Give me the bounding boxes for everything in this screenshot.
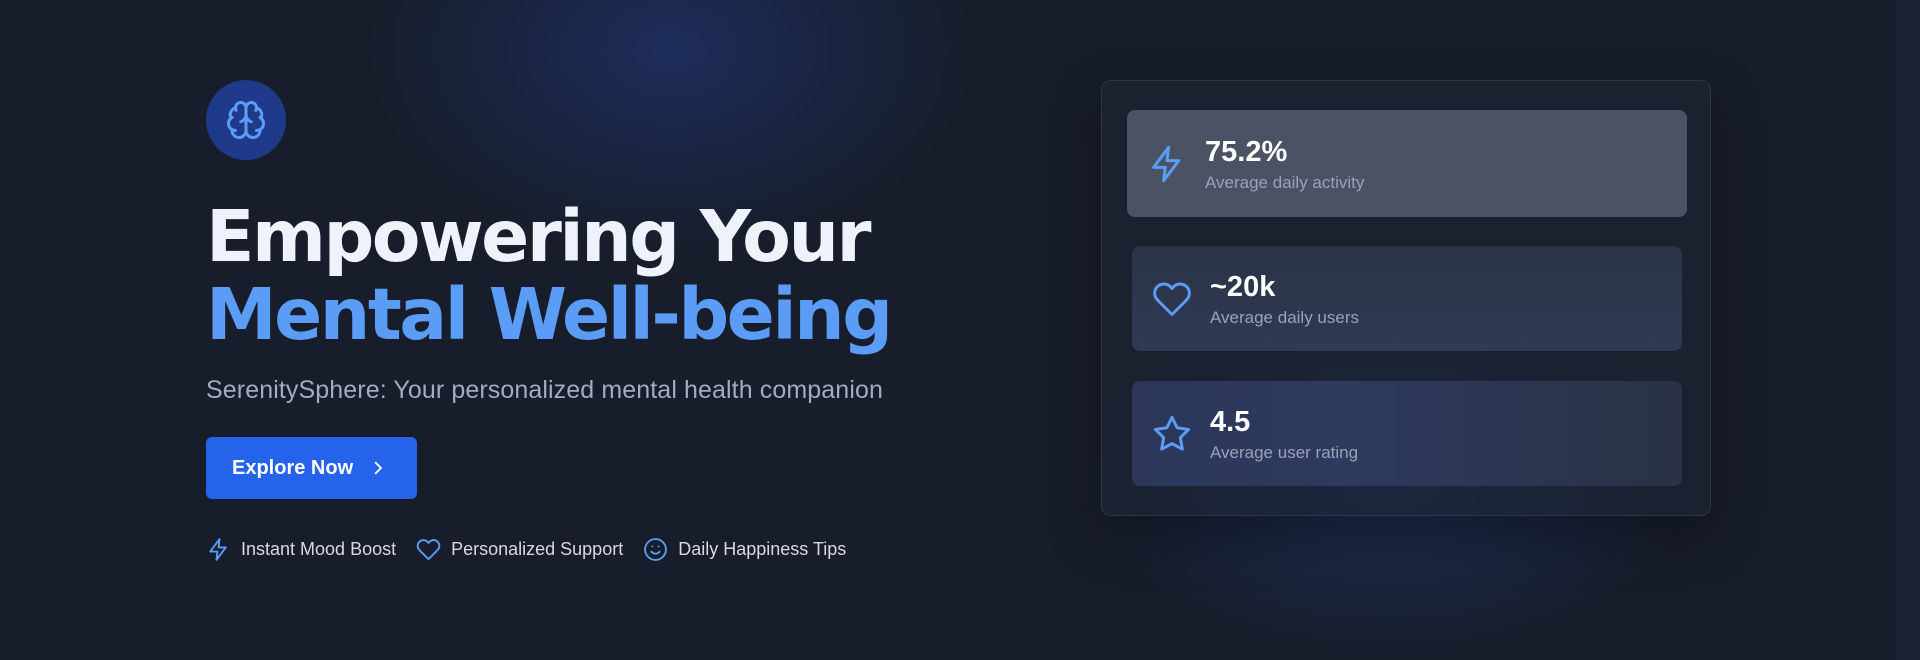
heart-icon [416,539,441,561]
stat-card-users: ~20k Average daily users [1132,246,1682,351]
feature-item: Instant Mood Boost [206,537,396,562]
stat-value: ~20k [1210,270,1276,303]
hero-section: Empowering Your Mental Well-being Sereni… [206,80,966,562]
feature-list: Instant Mood Boost Personalized Support … [206,537,966,562]
explore-now-label: Explore Now [232,456,354,479]
smile-icon [644,538,668,561]
stat-value: 4.5 [1210,405,1251,438]
hero-subtitle: SerenitySphere: Your personalized mental… [206,376,883,404]
heart-icon [1153,281,1191,316]
stat-label: Average daily users [1210,307,1359,327]
headline-line-2: Mental Well-being [206,273,893,356]
feature-label: Instant Mood Boost [241,539,397,559]
headline-line-1: Empowering Your [206,195,872,278]
stat-label: Average user rating [1210,442,1359,462]
window-edge-strip [1897,0,1920,660]
stat-value: 75.2% [1205,135,1288,168]
zap-icon [209,538,227,561]
chevron-right-icon [374,461,383,475]
stat-card-activity: 75.2% Average daily activity [1127,110,1687,217]
brain-icon [227,101,265,139]
stat-card-rating: 4.5 Average user rating [1132,381,1682,486]
stats-panel: 75.2% Average daily activity ~20k Averag… [1101,80,1711,516]
feature-item: Daily Happiness Tips [643,537,846,562]
feature-item: Personalized Support [416,537,623,562]
feature-label: Personalized Support [451,539,624,559]
logo-badge [206,80,286,160]
explore-now-button[interactable]: Explore Now [206,437,418,499]
feature-label: Daily Happiness Tips [678,539,847,559]
page-title: Empowering Your Mental Well-being [206,198,966,354]
zap-icon [1152,145,1181,182]
star-icon [1153,415,1191,451]
stat-label: Average daily activity [1205,172,1365,192]
